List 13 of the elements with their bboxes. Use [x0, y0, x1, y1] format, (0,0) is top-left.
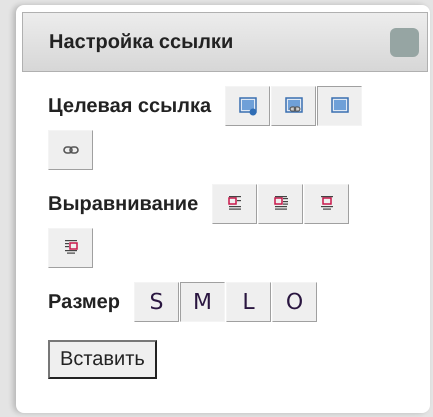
size-button[interactable]: O	[272, 282, 318, 322]
dialog-title: Настройка ссылки	[49, 30, 234, 54]
field-label: Размер	[48, 290, 120, 314]
framed-picture-icon	[284, 96, 304, 116]
field-label: Целевая ссылка	[48, 94, 212, 118]
size-button[interactable]: M	[180, 282, 226, 322]
insert-button[interactable]: Вставить	[48, 340, 157, 379]
size-button[interactable]: L	[226, 282, 272, 322]
option-button[interactable]	[317, 86, 362, 126]
framed-picture-icon	[238, 96, 258, 116]
size-button[interactable]: S	[134, 282, 180, 322]
field-label: Выравнивание	[48, 192, 198, 216]
framed-picture-icon	[330, 96, 350, 116]
